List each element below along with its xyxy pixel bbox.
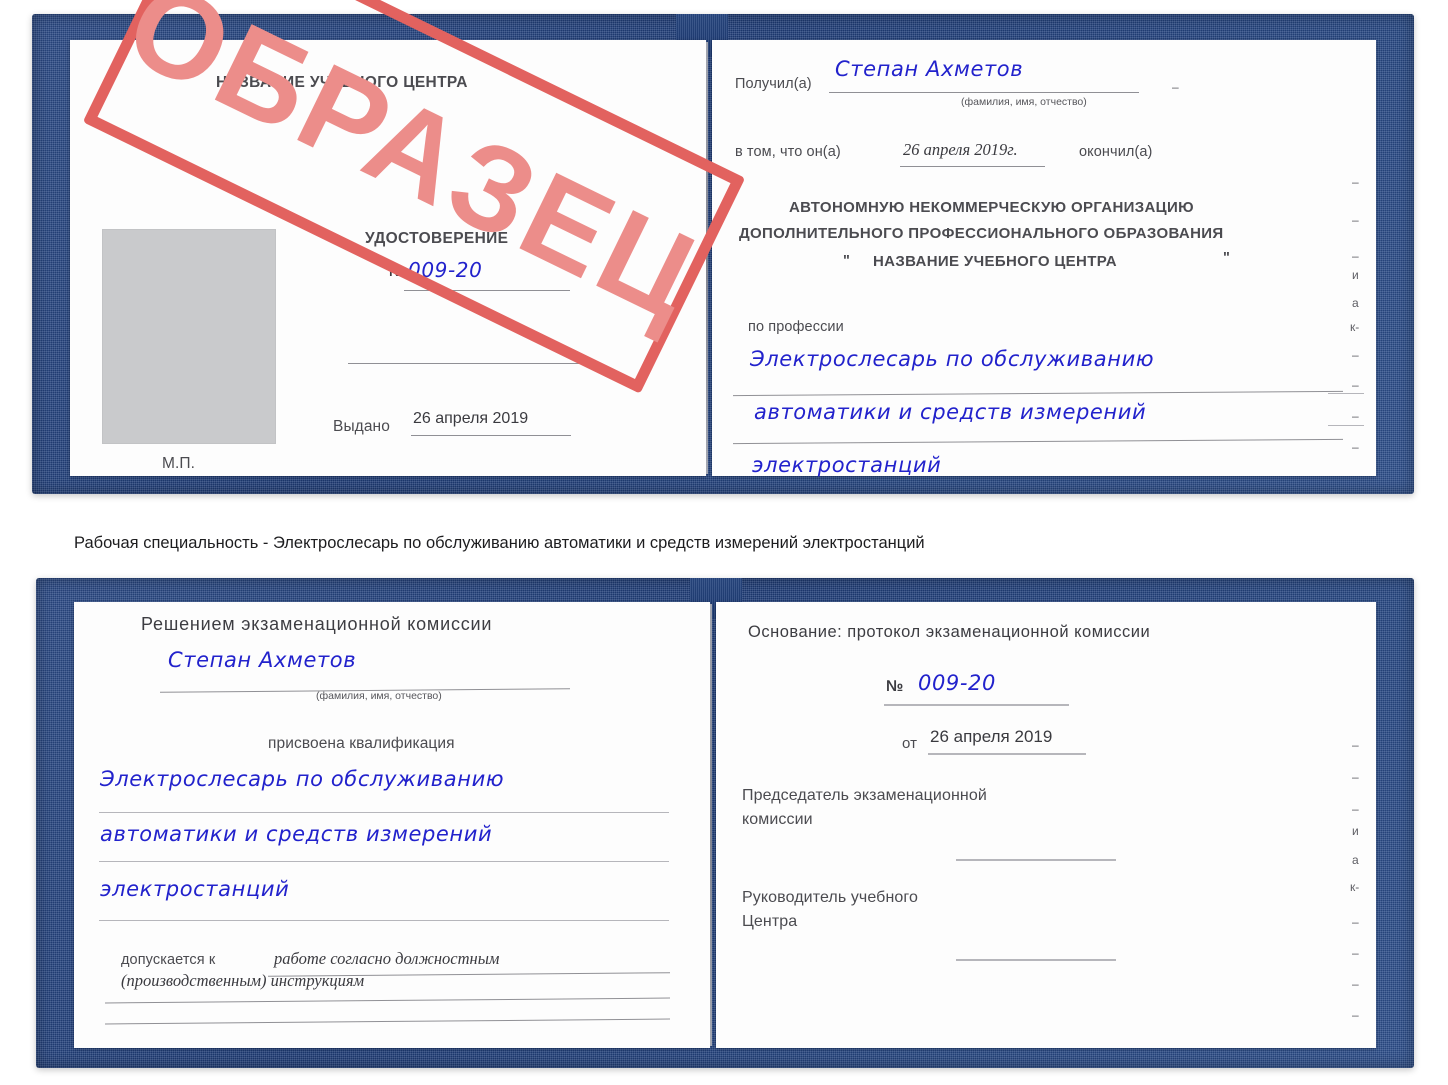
bottom-right-edge-frag-1: – (1352, 738, 1359, 752)
caption-text: Рабочая специальность - Электрослесарь п… (74, 534, 925, 552)
bottom-right-edge-frag-5: а (1352, 853, 1359, 867)
bottom-right-chairman-signature-rule (956, 859, 1116, 861)
top-right-edge-rule2 (1328, 425, 1364, 426)
bottom-right-edge-frag-9: – (1352, 977, 1359, 991)
bottom-left-admitted-label: допускается к (121, 952, 216, 968)
bottom-left-qual-rule2 (99, 861, 669, 862)
bottom-right-head-line2: Центра (742, 913, 798, 930)
top-left-number-value: 009-20 (408, 258, 483, 282)
bottom-left-qual-line3: электростанций (100, 877, 290, 901)
bottom-left-admitted-line1: работе согласно должностным (274, 949, 500, 968)
top-right-edge-dash-a: – (1172, 80, 1179, 94)
bottom-right-number-value: 009-20 (918, 671, 996, 695)
certificate-top-spine (706, 42, 708, 474)
top-right-fio-hint: (фамилия, имя, отчество) (961, 96, 1087, 108)
bottom-right-head-signature-rule (956, 959, 1116, 961)
top-right-edge-rule1 (1328, 393, 1364, 394)
top-right-finished-label: окончил(а) (1079, 144, 1153, 160)
bottom-right-basis-label: Основание: протокол экзаменационной коми… (748, 623, 1151, 641)
certificate-bottom-spine (710, 604, 712, 1046)
top-right-org-line1: АВТОНОМНУЮ НЕКОММЕРЧЕСКУЮ ОРГАНИЗАЦИЮ (789, 199, 1194, 216)
top-right-edge-frag-1: – (1352, 175, 1359, 189)
top-right-profession-line2: автоматики и средств измерений (754, 400, 1147, 424)
bottom-left-qual-rule1 (99, 812, 669, 813)
bottom-right-edge-frag-4: и (1352, 824, 1359, 838)
bottom-right-date-label: от (902, 735, 918, 752)
bottom-left-qual-line2: автоматики и средств измерений (100, 822, 493, 846)
top-left-number-label: № (389, 264, 406, 280)
top-right-edge-frag-6: к- (1350, 320, 1360, 334)
top-right-edge-frag-4: и (1352, 268, 1359, 282)
top-left-blank-rule (348, 363, 598, 364)
bottom-left-fio-hint: (фамилия, имя, отчество) (316, 690, 442, 702)
bottom-left-qual-rule3 (99, 920, 669, 921)
top-right-edge-frag-10: – (1352, 440, 1359, 454)
bottom-right-edge-frag-3: – (1352, 802, 1359, 816)
bottom-right-date-value: 26 апреля 2019 (930, 727, 1053, 746)
top-left-issued-value: 26 апреля 2019 (413, 410, 529, 427)
bottom-right-edge-frag-7: – (1352, 915, 1359, 929)
bottom-left-commission-title: Решением экзаменационной комиссии (141, 614, 493, 634)
bottom-right-edge-frag-6: к- (1350, 880, 1360, 894)
top-left-doc-title: УДОСТОВЕРЕНИЕ (365, 230, 509, 247)
top-right-edge-frag-3: – (1352, 249, 1359, 263)
top-right-edge-frag-2: – (1352, 213, 1359, 227)
top-left-number-rule (404, 290, 570, 291)
bottom-left-qualification-label: присвоена квалификация (268, 735, 455, 752)
bottom-right-chairman-line2: комиссии (742, 811, 813, 828)
top-right-edge-frag-5: а (1352, 296, 1359, 310)
top-right-edge-frag-7: – (1352, 348, 1359, 362)
top-right-edge-frag-9: – (1352, 409, 1359, 423)
top-right-org-line3: НАЗВАНИЕ УЧЕБНОГО ЦЕНТРА (873, 253, 1117, 270)
top-right-profession-line3: электростанций (752, 453, 942, 477)
top-right-received-value: Степан Ахметов (835, 57, 1024, 81)
bottom-right-head-line1: Руководитель учебного (742, 889, 918, 906)
bottom-right-date-rule (928, 753, 1086, 755)
bottom-right-edge-frag-8: – (1352, 946, 1359, 960)
screenshot-root: НАЗВАНИЕ УЧЕБНОГО ЦЕНТРА УДОСТОВЕРЕНИЕ №… (0, 0, 1448, 1085)
certificate-bottom-right-page (716, 602, 1376, 1048)
top-right-org-line2: ДОПОЛНИТЕЛЬНОГО ПРОФЕССИОНАЛЬНОГО ОБРАЗО… (739, 225, 1224, 242)
top-right-org-quote-close: " (1223, 250, 1230, 266)
bottom-right-chairman-line1: Председатель экзаменационной (742, 787, 987, 804)
top-left-center-name: НАЗВАНИЕ УЧЕБНОГО ЦЕНТРА (216, 74, 468, 91)
bottom-right-number-label: № (886, 678, 904, 695)
bottom-left-name-value: Степан Ахметов (168, 648, 357, 672)
top-right-inthat-rule (900, 166, 1045, 167)
top-right-received-label: Получил(а) (735, 76, 812, 92)
bottom-left-admitted-line2: (производственным) инструкциям (121, 971, 365, 990)
bottom-right-number-rule (884, 704, 1069, 706)
top-left-seal-label: М.П. (162, 455, 196, 472)
top-right-inthat-label: в том, что он(а) (735, 144, 841, 160)
top-right-profession-label: по профессии (748, 319, 844, 335)
photo-placeholder (102, 229, 276, 444)
top-right-edge-frag-8: – (1352, 378, 1359, 392)
top-right-org-quote-open: " (843, 253, 850, 269)
bottom-left-qual-line1: Электрослесарь по обслуживанию (100, 767, 505, 791)
top-right-inthat-value: 26 апреля 2019г. (903, 140, 1018, 159)
bottom-right-edge-frag-10: – (1352, 1008, 1359, 1022)
top-right-profession-line1: Электрослесарь по обслуживанию (750, 347, 1155, 371)
bottom-right-edge-frag-2: – (1352, 770, 1359, 784)
top-right-received-rule (829, 92, 1139, 93)
top-left-issued-label: Выдано (333, 418, 390, 435)
top-left-issued-rule (411, 435, 571, 436)
